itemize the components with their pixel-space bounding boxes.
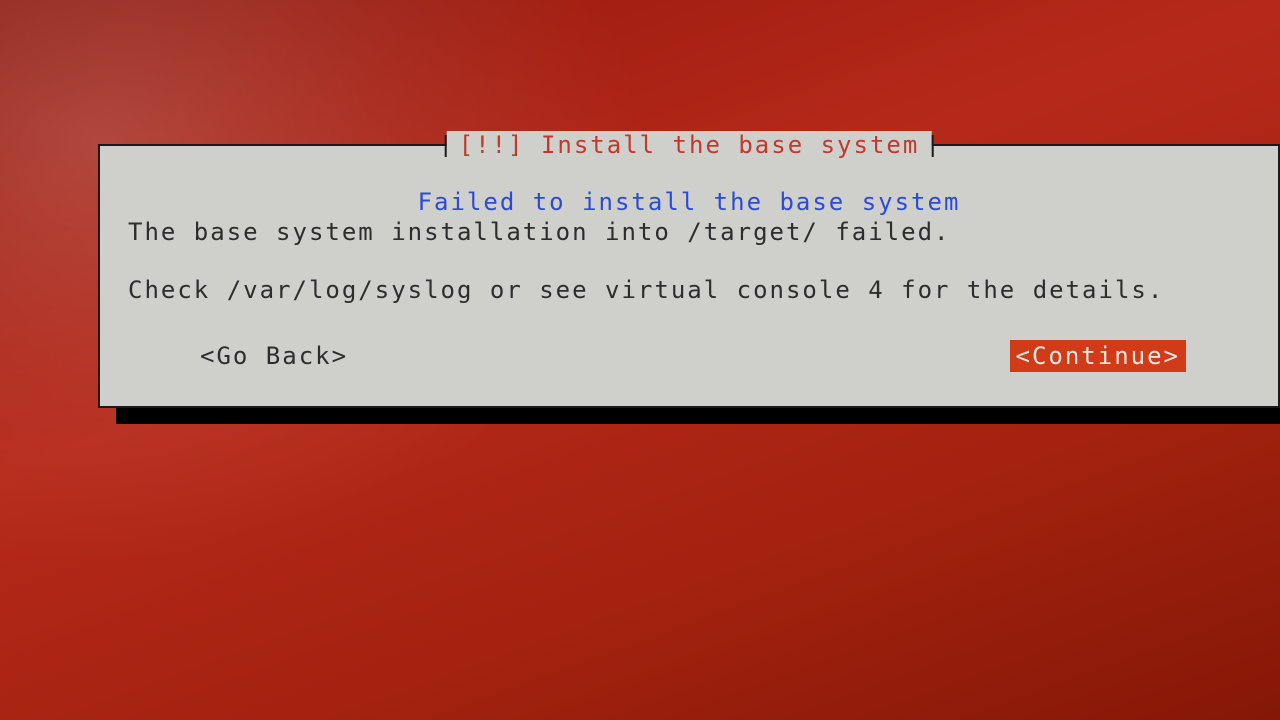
dialog-title: [!!] Install the base system	[447, 131, 932, 159]
error-heading: Failed to install the base system	[128, 188, 1250, 216]
continue-button[interactable]: <Continue>	[1010, 340, 1187, 372]
installer-error-dialog: [!!] Install the base system Failed to i…	[98, 144, 1280, 408]
dialog-button-row: <Go Back> <Continue>	[128, 340, 1250, 372]
go-back-button[interactable]: <Go Back>	[192, 340, 356, 372]
error-message-line-2: Check /var/log/syslog or see virtual con…	[128, 276, 1250, 304]
error-message-line-1: The base system installation into /targe…	[128, 218, 1250, 246]
